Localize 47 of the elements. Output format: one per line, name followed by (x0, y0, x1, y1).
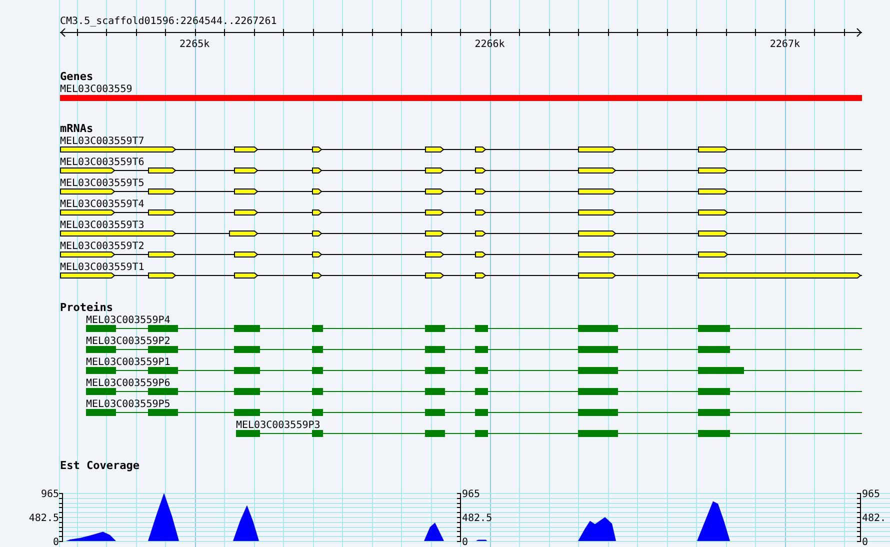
track-title: Proteins (60, 301, 113, 314)
axis-label: 482. (862, 513, 886, 524)
transcript-label: MEL03C003559T7 (60, 136, 144, 147)
protein-drawing[interactable] (86, 346, 862, 353)
axis-label: 965 (462, 489, 480, 500)
protein-label: MEL03C003559P4 (86, 315, 170, 326)
scale-label: 2266k (474, 39, 505, 50)
protein-drawing[interactable] (86, 388, 862, 395)
axis-label: 965 (862, 489, 880, 500)
transcript-drawing[interactable] (60, 146, 862, 152)
axis-label: 482.5 (462, 513, 492, 524)
track-title: mRNAs (60, 122, 94, 135)
axis-label: 0 (862, 537, 868, 547)
protein-label: MEL03C003559P6 (86, 378, 170, 389)
transcript-label: MEL03C003559T6 (60, 157, 144, 168)
transcript-drawing[interactable] (60, 230, 862, 236)
transcript-drawing[interactable] (60, 252, 862, 258)
axis-label: 0 (52, 537, 59, 547)
transcript-label: MEL03C003559T2 (60, 241, 144, 252)
location-label: CM3.5_scaffold01596:2264544..2267261 (60, 16, 277, 27)
transcript-drawing[interactable] (60, 188, 862, 194)
transcript-label: MEL03C003559T1 (60, 262, 144, 273)
protein-label: MEL03C003559P5 (86, 399, 170, 410)
transcript-drawing[interactable] (60, 210, 862, 216)
track-title: Est Coverage (60, 459, 140, 472)
transcript-label: MEL03C003559T4 (60, 199, 144, 210)
transcript-drawing[interactable] (60, 168, 862, 174)
gene-label: MEL03C003559 (60, 84, 132, 95)
scale-label: 2267k (770, 39, 800, 50)
axis-label: 965 (40, 489, 59, 500)
protein-drawing[interactable] (86, 409, 862, 416)
transcript-label: MEL03C003559T5 (60, 178, 144, 189)
axis-label: 0 (462, 537, 468, 547)
protein-drawing[interactable] (236, 430, 862, 437)
axis-label: 482.5 (28, 513, 59, 524)
track-title: Genes (60, 70, 94, 83)
protein-label: MEL03C003559P3 (236, 420, 320, 431)
transcript-drawing[interactable] (60, 272, 862, 278)
protein-label: MEL03C003559P1 (86, 357, 170, 368)
protein-drawing[interactable] (86, 325, 862, 332)
protein-drawing[interactable] (86, 367, 862, 374)
transcript-label: MEL03C003559T3 (60, 220, 144, 231)
protein-label: MEL03C003559P2 (86, 336, 170, 347)
y-axis (456, 492, 461, 542)
scale-label: 2265k (180, 39, 210, 50)
y-axis (856, 492, 861, 542)
y-axis (58, 492, 63, 542)
